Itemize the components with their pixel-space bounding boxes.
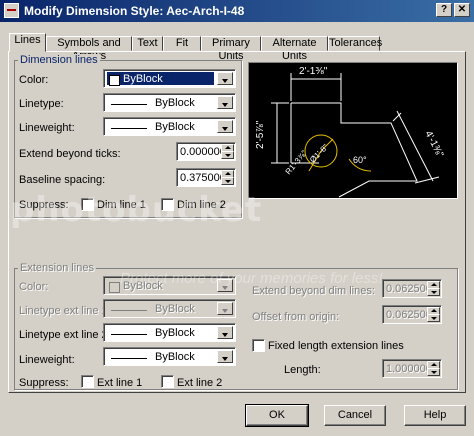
cancel-button[interactable]: Cancel — [324, 405, 386, 426]
help-icon[interactable]: ? — [436, 3, 452, 17]
linetype-label: Linetype: — [19, 98, 64, 110]
tab-fit[interactable]: Fit — [163, 36, 201, 51]
dim-top-text: 2'-1⅜" — [299, 66, 328, 77]
color-value: ByBlock — [123, 73, 163, 85]
lineweight-value: ByBlock — [155, 351, 195, 363]
extension-lines-group-label: Extension lines — [18, 262, 96, 274]
offset-from-origin-spinner[interactable]: 0.062500 — [382, 305, 442, 324]
dimension-preview: 2'-1⅜" 2'-5⅞" 4'-1⅜" 60° R1'-3⅞" Ø1'-8" — [248, 62, 458, 199]
dim-radius-text: R1'-3⅞" — [284, 149, 309, 177]
line-sample — [111, 358, 147, 359]
ext-lineweight-dropdown[interactable]: ByBlock — [103, 347, 236, 366]
title-bar: Modify Dimension Style: Aec-Arch-I-48 ? … — [0, 0, 474, 22]
fixed-length-label[interactable]: Fixed length extension lines — [268, 340, 404, 352]
tab-alternate-units[interactable]: Alternate Units — [261, 36, 328, 62]
line-sample — [111, 310, 147, 311]
spinner-value: 0.000000 — [180, 146, 226, 158]
linetype-ext1-label: Linetype ext line 1: — [19, 305, 111, 317]
close-icon[interactable]: ✕ — [454, 3, 470, 17]
linetype-ext2-dropdown[interactable]: ByBlock — [103, 323, 236, 342]
color-label: Color: — [19, 74, 49, 86]
baseline-spacing-label: Baseline spacing: — [19, 174, 106, 186]
length-label: Length: — [284, 364, 321, 376]
spin-down-icon[interactable] — [427, 368, 440, 376]
tab-text[interactable]: Text — [132, 36, 163, 51]
dropdown-value: ByBlock — [107, 96, 214, 109]
ext-line-1-checkbox[interactable] — [81, 375, 94, 388]
chevron-down-icon[interactable] — [217, 326, 233, 339]
dropdown-value: ByBlock — [107, 72, 214, 86]
watermark-slogan: Protect more of your memories for less! — [120, 270, 383, 287]
color-swatch — [109, 75, 120, 86]
line-sample — [111, 334, 147, 335]
extend-beyond-ticks-label: Extend beyond ticks: — [19, 148, 121, 160]
ext-lineweight-label: Lineweight: — [19, 354, 75, 366]
lineweight-value: ByBlock — [155, 121, 195, 133]
tab-label: Tolerances — [329, 37, 383, 49]
spinner-value: 0.062500 — [386, 309, 432, 321]
line-sample — [111, 128, 147, 129]
tab-label: Fit — [175, 37, 189, 49]
dim-lineweight-dropdown[interactable]: ByBlock — [103, 117, 236, 136]
ok-button[interactable]: OK — [245, 404, 309, 427]
spinner-value: 1.000000 — [386, 363, 432, 375]
dim-left-text: 2'-5⅞" — [255, 120, 266, 149]
chevron-down-icon[interactable] — [217, 350, 233, 363]
tab-lines[interactable]: Lines — [9, 33, 46, 52]
length-spinner[interactable]: 1.000000 — [382, 359, 442, 378]
spin-down-icon[interactable] — [427, 314, 440, 322]
offset-from-origin-label: Offset from origin: — [252, 311, 340, 323]
fixed-length-checkbox[interactable] — [252, 339, 265, 352]
app-icon — [4, 3, 19, 18]
spinner-value: 0.375000 — [180, 172, 226, 184]
window-title: Modify Dimension Style: Aec-Arch-I-48 — [24, 4, 245, 18]
preview-drawing: 2'-1⅜" 2'-5⅞" 4'-1⅜" 60° R1'-3⅞" Ø1'-8" — [255, 66, 446, 198]
tab-primary-units[interactable]: Primary Units — [201, 36, 261, 62]
ext-color-label: Color: — [19, 281, 49, 293]
ext-suppress-label: Suppress: — [19, 377, 69, 389]
ext-line-2-checkbox[interactable] — [161, 375, 174, 388]
dropdown-value: ByBlock — [107, 120, 214, 133]
lineweight-label: Lineweight: — [19, 122, 75, 134]
linetype-ext2-label: Linetype ext line 2: — [19, 329, 111, 341]
tab-label: Text — [137, 37, 158, 49]
dim-diameter-text: Ø1'-8" — [308, 142, 330, 164]
chevron-down-icon[interactable] — [217, 72, 233, 85]
spin-down-icon[interactable] — [427, 288, 440, 296]
dropdown-value: ByBlock — [107, 326, 214, 339]
chevron-down-icon[interactable] — [217, 120, 233, 133]
line-sample — [111, 104, 147, 105]
tab-tolerances[interactable]: Tolerances — [328, 36, 383, 51]
linetype-ext1-dropdown[interactable]: ByBlock — [103, 299, 236, 318]
chevron-down-icon[interactable] — [217, 302, 233, 315]
ext-line-2-label[interactable]: Ext line 2 — [177, 377, 222, 389]
color-swatch — [109, 282, 120, 293]
extend-beyond-ticks-spinner[interactable]: 0.000000 — [176, 142, 236, 161]
dim-angle-text: 60° — [353, 155, 367, 165]
extend-beyond-dim-spinner[interactable]: 0.062500 — [382, 279, 442, 298]
dim-linetype-dropdown[interactable]: ByBlock — [103, 93, 236, 112]
chevron-down-icon[interactable] — [217, 96, 233, 109]
tab-label: Lines — [14, 34, 41, 46]
ext-line-1-label[interactable]: Ext line 1 — [97, 377, 142, 389]
dropdown-value: ByBlock — [107, 350, 214, 363]
tab-symbols-and-arrows[interactable]: Symbols and Arrows — [46, 36, 132, 62]
spin-down-icon[interactable] — [221, 177, 234, 185]
spinner-value: 0.062500 — [386, 283, 432, 295]
linetype-value: ByBlock — [155, 97, 195, 109]
linetype-value: ByBlock — [155, 327, 195, 339]
dimension-lines-group-label: Dimension lines — [18, 54, 100, 66]
linetype-value: ByBlock — [155, 303, 195, 315]
dim-right-text: 4'-1⅜" — [422, 129, 445, 160]
dropdown-value: ByBlock — [107, 302, 214, 315]
baseline-spacing-spinner[interactable]: 0.375000 — [176, 168, 236, 187]
dim-color-dropdown[interactable]: ByBlock — [103, 69, 236, 88]
watermark: photobucket — [10, 190, 263, 230]
help-button[interactable]: Help — [404, 405, 466, 426]
spin-down-icon[interactable] — [221, 151, 234, 159]
